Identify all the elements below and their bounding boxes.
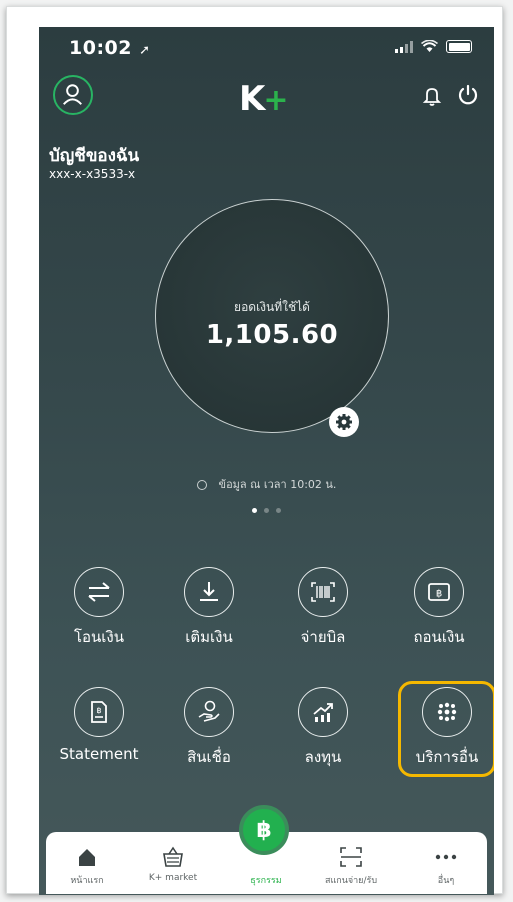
action-statement[interactable]: ฿ Statement <box>49 687 149 763</box>
transfer-icon <box>74 567 124 617</box>
tab-more[interactable]: อื่นๆ <box>411 832 481 887</box>
scan-icon <box>340 847 362 867</box>
tab-scan[interactable]: สแกนจ่าย/รับ <box>316 832 386 887</box>
page-indicator <box>39 508 494 513</box>
action-topup[interactable]: เติมเงิน <box>159 567 259 649</box>
refresh-icon[interactable] <box>196 480 207 490</box>
updated-status: ข้อมูล ณ เวลา 10:02 น. <box>39 475 494 493</box>
account-number: xxx-x-x3533-x <box>49 167 136 181</box>
action-invest[interactable]: ลงทุน <box>273 687 373 769</box>
user-icon <box>63 84 82 105</box>
svg-text:฿: ฿ <box>436 589 442 600</box>
status-time: 10:02 ➚ <box>69 37 151 59</box>
balance-label: ยอดเงินที่ใช้ได้ <box>234 300 310 314</box>
tab-label: อื่นๆ <box>437 876 455 886</box>
location-arrow-icon: ➚ <box>139 43 151 58</box>
gear-icon <box>336 414 352 430</box>
action-label: สินเชื่อ <box>187 748 231 766</box>
page-dot[interactable] <box>276 508 281 513</box>
status-icons <box>395 40 472 53</box>
action-label: จ่ายบิล <box>300 628 346 646</box>
transactions-center-button[interactable]: ฿ <box>239 805 289 855</box>
account-name: บัญชีของฉัน <box>49 146 140 166</box>
action-label: บริการอื่น <box>415 748 479 766</box>
wifi-icon <box>421 40 438 52</box>
home-icon <box>79 849 95 866</box>
bell-icon[interactable] <box>422 85 442 107</box>
balance-settings-button[interactable] <box>329 407 359 437</box>
kplus-logo: K+ <box>239 79 289 119</box>
page-dot[interactable] <box>252 508 257 513</box>
tab-label: K+ market <box>148 873 198 883</box>
action-withdraw[interactable]: ฿ ถอนเงิน <box>389 567 489 649</box>
power-icon[interactable] <box>456 83 480 107</box>
status-bar: 10:02 ➚ <box>39 27 494 71</box>
action-transfer[interactable]: โอนเงิน <box>49 567 149 649</box>
signal-icon <box>395 40 413 53</box>
barcode-icon <box>298 567 348 617</box>
profile-avatar-button[interactable] <box>53 75 93 115</box>
action-loan[interactable]: สินเชื่อ <box>159 687 259 769</box>
svg-text:฿: ฿ <box>96 706 101 715</box>
loan-icon <box>184 687 234 737</box>
invest-icon <box>298 687 348 737</box>
statement-icon: ฿ <box>74 687 124 737</box>
basket-icon <box>163 846 183 867</box>
action-paybill[interactable]: จ่ายบิล <box>273 567 373 649</box>
action-label: Statement <box>59 745 139 763</box>
battery-icon <box>446 40 472 53</box>
app-screen: 10:02 ➚ K+ บัญชีของฉัน xxx-x-x3533-x ยอด… <box>39 27 494 895</box>
more-services-icon <box>422 687 472 737</box>
baht-icon: ฿ <box>256 817 272 843</box>
tab-market[interactable]: K+ market <box>138 832 208 883</box>
action-label: โอนเงิน <box>73 628 125 646</box>
tab-label: ธุรกรรม <box>250 876 282 886</box>
tab-label: หน้าแรก <box>70 876 104 886</box>
balance-card[interactable]: ยอดเงินที่ใช้ได้ 1,105.60 <box>155 199 389 433</box>
more-icon <box>435 854 457 860</box>
balance-value: 1,105.60 <box>205 320 339 350</box>
withdraw-icon: ฿ <box>414 567 464 617</box>
tab-label: สแกนจ่าย/รับ <box>324 876 378 886</box>
tab-home[interactable]: หน้าแรก <box>52 832 122 887</box>
topup-icon <box>184 567 234 617</box>
screenshot-frame: 10:02 ➚ K+ บัญชีของฉัน xxx-x-x3533-x ยอด… <box>6 6 503 895</box>
action-label: เติมเงิน <box>185 628 233 646</box>
action-more-services[interactable]: บริการอื่น <box>397 687 494 769</box>
action-label: ลงทุน <box>304 748 342 766</box>
page-dot[interactable] <box>264 508 269 513</box>
action-label: ถอนเงิน <box>413 628 465 646</box>
